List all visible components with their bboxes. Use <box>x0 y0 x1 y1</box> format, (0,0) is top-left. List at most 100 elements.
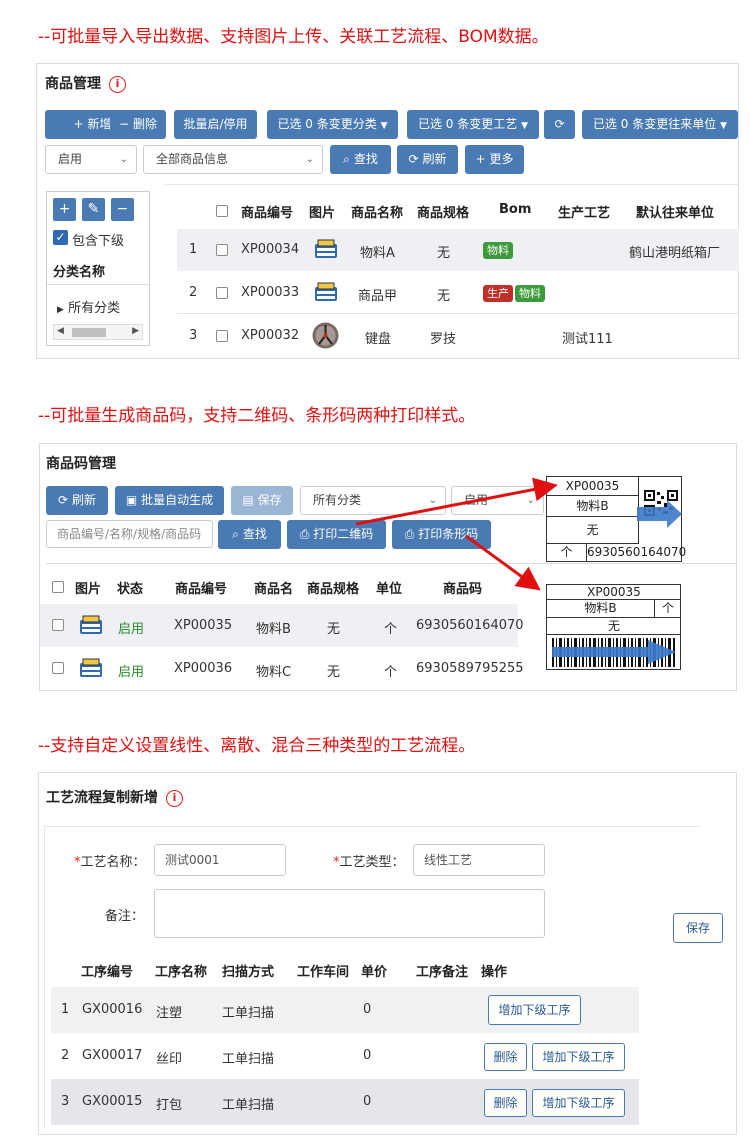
delete-step-button[interactable]: 删除 <box>484 1089 527 1117</box>
name-label: *工艺名称： <box>74 851 146 870</box>
info-icon[interactable]: i <box>166 789 183 807</box>
row-checkbox[interactable] <box>216 330 228 342</box>
status-select[interactable]: 启用 ⌄ <box>45 145 137 174</box>
search-input[interactable]: 商品编号/名称/规格/商品码 <box>46 520 213 548</box>
row-index: 3 <box>61 1094 70 1109</box>
product-image-icon <box>80 615 102 634</box>
refresh-button[interactable]: ⟳ 刷新 <box>46 486 108 515</box>
delete-step-button[interactable]: 删除 <box>484 1043 527 1071</box>
caret-down-icon: ▼ <box>521 121 528 131</box>
col-spec: 商品规格 <box>417 206 470 221</box>
arrow-right-icon: ▶ <box>132 326 139 336</box>
change-unit-button[interactable]: 已选 0 条变更往来单位 ▼ <box>582 110 738 139</box>
step-scan: 工单扫描 <box>222 1052 275 1067</box>
search-icon: ⌕ <box>232 527 239 541</box>
more-label: 更多 <box>489 152 514 166</box>
qr-card-barcode: 6930560164070 <box>587 545 687 559</box>
print-barcode-button[interactable]: ⎙ 打印条形码 <box>392 520 491 549</box>
product-spec: 无 <box>437 289 451 304</box>
col-barcode: 商品码 <box>443 582 483 597</box>
save-button[interactable]: ▤ 保存 <box>231 486 293 515</box>
category-select[interactable]: 所有分类 ⌄ <box>300 486 446 515</box>
reload-button[interactable]: ⟳ <box>544 110 575 139</box>
batch-toggle-button[interactable]: 批量启/停用 <box>174 110 257 139</box>
plus-icon: + <box>73 117 84 131</box>
info-icon[interactable]: i <box>109 75 126 93</box>
step-code: GX00016 <box>82 1002 143 1017</box>
tree-edit-button[interactable]: ✎ <box>82 198 105 221</box>
select-all-checkbox[interactable] <box>52 581 64 593</box>
scroll-thumb[interactable] <box>72 328 106 337</box>
col-process: 生产工艺 <box>558 206 611 221</box>
row-checkbox[interactable] <box>216 244 228 256</box>
delete-label: 删除 <box>133 117 158 131</box>
more-button[interactable]: + 更多 <box>465 145 524 174</box>
product-spec: 无 <box>437 246 451 261</box>
status-select[interactable]: 启用 ⌄ <box>451 486 544 515</box>
note-textarea[interactable] <box>154 889 545 938</box>
col-scan: 扫描方式 <box>222 965 275 980</box>
add-substep-button[interactable]: 增加下级工序 <box>532 1089 625 1117</box>
row-checkbox[interactable] <box>52 662 64 674</box>
status-value: 启用 <box>464 493 489 507</box>
product-panel: 商品管理 i + 新增 − 删除 批量启/停用 已选 0 条变更分类 ▼ 已选 0 条… <box>36 63 739 359</box>
delete-button[interactable]: − 删除 <box>110 110 166 139</box>
caret-right-icon: ▶ <box>57 305 64 315</box>
check-icon: ✓ <box>55 230 66 244</box>
row-checkbox[interactable] <box>216 287 228 299</box>
product-unit: 个 <box>384 665 398 680</box>
tree-add-button[interactable]: + <box>53 198 76 221</box>
save-button[interactable]: 保存 <box>673 913 723 943</box>
row-index: 3 <box>189 328 198 343</box>
row-index: 2 <box>189 285 198 300</box>
barcode-icon <box>552 638 676 667</box>
process-type-input[interactable]: 线性工艺 <box>413 844 545 876</box>
search-button[interactable]: ⌕ 查找 <box>330 145 391 174</box>
pencil-icon: ✎ <box>87 201 100 217</box>
print-barcode-label: 打印条形码 <box>418 527 479 541</box>
document-icon: ▣ <box>125 493 138 507</box>
product-image-icon <box>315 239 337 258</box>
step-code: GX00015 <box>82 1094 143 1109</box>
row-checkbox[interactable] <box>52 619 64 631</box>
chevron-down-icon: ⌄ <box>428 495 437 506</box>
batch-generate-button[interactable]: ▣ 批量自动生成 <box>115 486 224 515</box>
col-step-name: 工序名称 <box>155 965 208 980</box>
add-substep-button[interactable]: 增加下级工序 <box>532 1043 625 1071</box>
barcode-title: 商品码管理 <box>46 456 116 472</box>
product-code: XP00036 <box>174 661 233 676</box>
product-code: XP00034 <box>241 242 300 257</box>
tree-scrollbar[interactable]: ◀ ▶ <box>53 324 143 340</box>
caption-1: --可批量导入导出数据、支持图片上传、关联工艺流程、BOM数据。 <box>38 27 549 47</box>
add-label: 新增 <box>87 117 112 131</box>
print-qr-button[interactable]: ⎙ 打印二维码 <box>287 520 386 549</box>
search-button[interactable]: ⌕ 查找 <box>218 520 281 549</box>
tree-remove-button[interactable]: − <box>111 198 134 221</box>
plus-icon: + <box>58 201 71 217</box>
tree-item-all[interactable]: ▶ 所有分类 <box>57 297 120 316</box>
change-process-button[interactable]: 已选 0 条变更工艺 ▼ <box>407 110 539 139</box>
process-name-input[interactable]: 测试0001 <box>154 844 286 876</box>
select-all-checkbox[interactable] <box>216 205 228 217</box>
product-code: XP00035 <box>174 618 233 633</box>
step-name: 打包 <box>156 1098 183 1113</box>
scope-select[interactable]: 全部商品信息 ⌄ <box>143 145 323 174</box>
col-code: 商品编号 <box>175 582 228 597</box>
add-substep-button[interactable]: 增加下级工序 <box>488 995 581 1025</box>
refresh-label: 刷新 <box>72 493 97 507</box>
qr-card-code: XP00035 <box>547 477 639 496</box>
refresh-icon: ⟳ <box>408 152 419 166</box>
bom-tags: 生产 物料 <box>483 285 547 302</box>
chevron-down-icon: ⌄ <box>305 154 314 165</box>
qr-card-name: 物料B <box>547 496 639 517</box>
change-category-label: 已选 0 条变更分类 <box>277 117 377 131</box>
page-title: 工艺流程复制新增 i <box>46 787 183 807</box>
refresh-button[interactable]: ⟳ 刷新 <box>397 145 458 174</box>
change-category-button[interactable]: 已选 0 条变更分类 ▼ <box>267 110 398 139</box>
col-name: 商品名称 <box>351 206 404 221</box>
col-note: 工序备注 <box>416 965 469 980</box>
save-icon: ▤ <box>242 493 254 507</box>
product-image-icon <box>315 282 337 301</box>
refresh-label: 刷新 <box>422 152 447 166</box>
include-sub-checkbox[interactable]: ✓ <box>53 230 68 245</box>
